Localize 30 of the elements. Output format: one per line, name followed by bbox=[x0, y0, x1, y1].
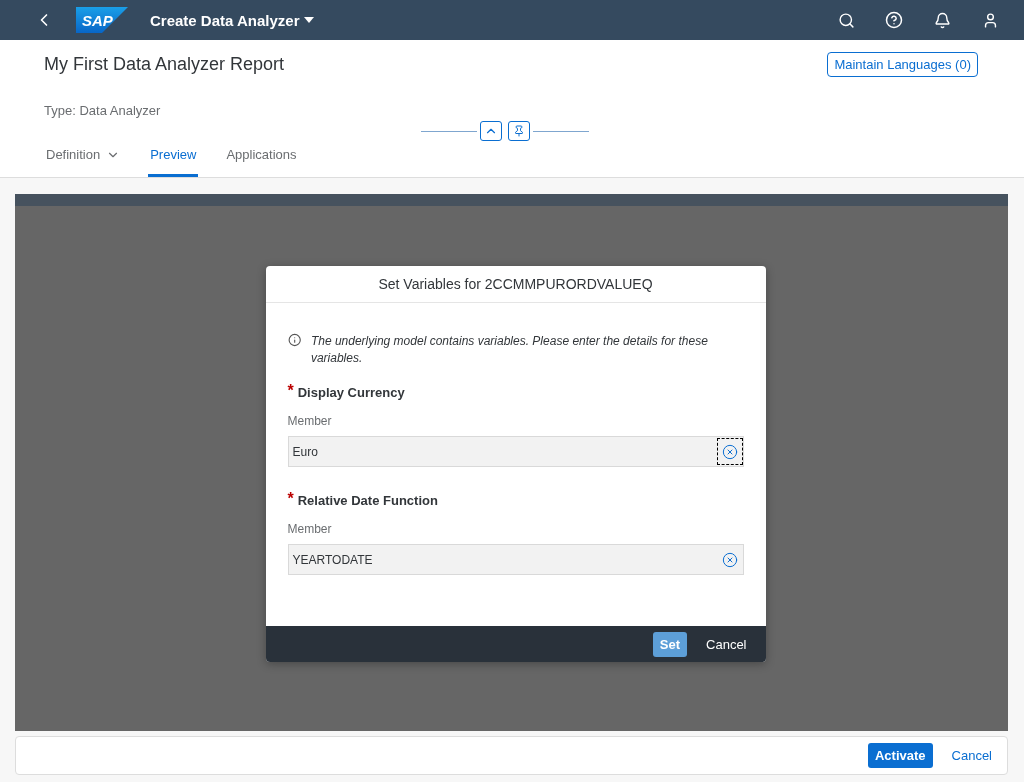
page-title: My First Data Analyzer Report bbox=[44, 54, 285, 75]
dialog-button[interactable]: Cancel bbox=[699, 631, 754, 657]
caret-icon bbox=[303, 17, 314, 23]
required-mark: * bbox=[287, 385, 294, 400]
tab[interactable]: Applications bbox=[224, 147, 299, 177]
input-field[interactable]: YEARTODATE bbox=[287, 544, 744, 575]
dialog-title: Set Variables for 2CCMMPURORDVALUEQ bbox=[265, 266, 766, 303]
clear-icon[interactable] bbox=[716, 438, 743, 465]
field-value: YEARTODATE bbox=[292, 552, 373, 567]
info-icon bbox=[287, 333, 301, 347]
field-label: Member bbox=[287, 522, 333, 536]
app-title-menu[interactable]: Create Data Analyzer bbox=[150, 11, 314, 29]
dialog-button[interactable]: Set bbox=[652, 631, 688, 657]
info-text: The underlying model contains variables. Please enter the details for these variables. bbox=[310, 333, 709, 367]
type-label: Type: Data Analyzer bbox=[44, 103, 162, 118]
tab[interactable]: Preview bbox=[148, 147, 199, 177]
pin-icon bbox=[513, 125, 525, 137]
footer-button[interactable]: Cancel bbox=[944, 743, 999, 768]
field-label: Member bbox=[287, 414, 333, 428]
collapse-button[interactable] bbox=[480, 121, 502, 141]
input-field[interactable]: Euro bbox=[287, 436, 744, 467]
field-value: Euro bbox=[292, 444, 318, 459]
maintain-languages-button[interactable]: Maintain Languages (0) bbox=[827, 52, 978, 77]
pin-button[interactable] bbox=[508, 121, 530, 141]
logo: SAP bbox=[76, 7, 128, 33]
variable-label: Display Currency bbox=[297, 385, 405, 400]
tab[interactable]: Definition bbox=[44, 147, 123, 177]
footer-button[interactable]: Activate bbox=[867, 743, 933, 768]
variable-label: Relative Date Function bbox=[297, 493, 438, 508]
required-mark: * bbox=[287, 493, 294, 508]
